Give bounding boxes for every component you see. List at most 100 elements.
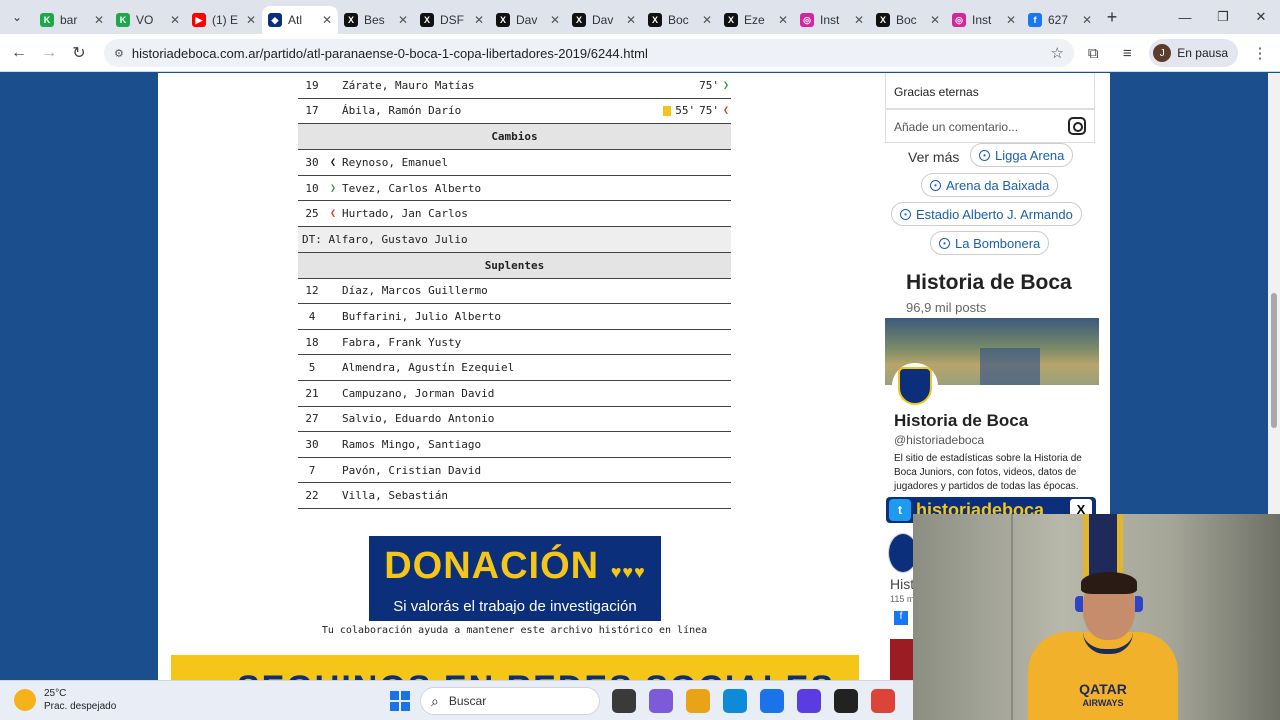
browser-tab[interactable]: ▶ (1) E ✕ (186, 6, 262, 34)
tab-favicon-icon: X (496, 13, 510, 27)
browser-tab[interactable]: X DSF ✕ (414, 6, 490, 34)
tab-label: Boc (896, 13, 917, 27)
player-row: 5 Almendra, Agustín Ezequiel (298, 355, 731, 381)
taskbar-app-icon[interactable] (723, 689, 747, 713)
browser-tab[interactable]: ◆ Atl ✕ (262, 6, 338, 34)
player-row: 17 Ábila, Ramón Darío 55' 75' ❮ (298, 99, 731, 125)
coach-row: DT: Alfaro, Gustavo Julio (298, 226, 731, 253)
search-icon: ⌕ (431, 692, 439, 709)
place-chip-ligga-arena[interactable]: • Ligga Arena (970, 143, 1074, 167)
taskbar-app-icon[interactable] (760, 689, 784, 713)
tab-label: VO (136, 13, 154, 27)
player-name: Ábila, Ramón Darío (342, 104, 462, 118)
donation-banner[interactable]: DONACIÓN ♥♥♥ Si valorás el trabajo de in… (369, 536, 661, 621)
taskbar-app-icon[interactable] (797, 689, 821, 713)
media-controls-icon[interactable]: ≡ (1115, 45, 1139, 62)
tab-search-chevron-icon[interactable]: ⌄ (0, 0, 34, 34)
tab-label: DSF (440, 13, 464, 27)
site-info-icon[interactable]: ⚙ (114, 47, 124, 60)
player-number: 12 (305, 284, 319, 298)
player-number: 10 (305, 181, 319, 195)
place-chip-arena-da-baixada[interactable]: • Arena da Baixada (921, 173, 1059, 197)
browser-tab[interactable]: ◎ Inst ✕ (794, 6, 870, 34)
avatar: J (1153, 44, 1172, 62)
taskbar-app-icon[interactable] (649, 689, 673, 713)
browser-tab[interactable]: X Dav ✕ (490, 6, 566, 34)
suplentes-header: Suplentes (298, 252, 731, 279)
browser-tab[interactable]: X Dav ✕ (566, 6, 642, 34)
profile-card-title: Historia de Boca (906, 271, 1072, 294)
browser-tab[interactable]: X Eze ✕ (718, 6, 794, 34)
ver-mas-label: Ver más (908, 149, 960, 165)
bookmark-star-icon[interactable]: ☆ (1051, 44, 1064, 62)
tab-label: bar (60, 13, 78, 27)
player-name: Tevez, Carlos Alberto (342, 181, 482, 195)
browser-tab[interactable]: ◎ Inst ✕ (946, 6, 1022, 34)
scrollbar-thumb[interactable] (1271, 293, 1277, 428)
taskbar-app-icon[interactable] (612, 689, 636, 713)
taskbar-search[interactable]: ⌕ Buscar (420, 687, 600, 715)
reload-icon[interactable]: ↻ (64, 43, 94, 63)
donation-caption: Tu colaboración ayuda a mantener este ar… (321, 625, 708, 636)
player-name: Hurtado, Jan Carlos (342, 207, 468, 221)
taskbar-app-icon[interactable] (834, 689, 858, 713)
close-window-icon[interactable]: ✕ (1242, 0, 1280, 34)
player-number: 7 (308, 463, 316, 477)
facebook-icon[interactable]: f (894, 611, 908, 625)
tab-close-icon[interactable]: ✕ (474, 13, 484, 27)
tab-favicon-icon: X (572, 13, 586, 27)
tab-close-icon[interactable]: ✕ (1082, 13, 1092, 27)
yellow-card-minute: 55' (675, 104, 696, 118)
profile-name[interactable]: Historia de Boca (894, 411, 1028, 431)
player-name: Almendra, Agustín Ezequiel (342, 361, 515, 375)
yellow-card-icon (663, 105, 672, 116)
profile-avatar[interactable] (892, 363, 938, 409)
more-menu-icon[interactable]: ⋮ (1248, 44, 1272, 62)
tab-close-icon[interactable]: ✕ (94, 13, 104, 27)
browser-tab[interactable]: X Boc ✕ (870, 6, 946, 34)
tab-close-icon[interactable]: ✕ (170, 13, 180, 27)
new-tab-button[interactable]: + (1098, 7, 1126, 28)
url-text: historiadeboca.com.ar/partido/atl-parana… (131, 45, 648, 61)
browser-tab[interactable]: X Boc ✕ (642, 6, 718, 34)
restore-icon[interactable]: ❐ (1204, 0, 1242, 34)
browser-tab[interactable]: Kbar ✕ (34, 6, 110, 34)
tab-label: Dav (592, 13, 614, 27)
tab-close-icon[interactable]: ✕ (398, 13, 408, 27)
minimize-icon[interactable]: — (1166, 0, 1204, 34)
place-chip-la-bombonera[interactable]: • La Bombonera (930, 231, 1050, 255)
tab-close-icon[interactable]: ✕ (1006, 13, 1016, 27)
tab-close-icon[interactable]: ✕ (246, 13, 256, 27)
tab-close-icon[interactable]: ✕ (930, 13, 940, 27)
social-banner: SEGUINOS EN REDES SOCIALES (171, 655, 859, 680)
instagram-icon[interactable] (1068, 117, 1086, 135)
browser-tab[interactable]: K VO ✕ (110, 6, 186, 34)
windows-start-icon[interactable] (390, 691, 410, 711)
taskbar-app-icon[interactable] (686, 689, 710, 713)
twitter-bird-icon: t (889, 499, 911, 521)
tab-close-icon[interactable]: ✕ (778, 13, 788, 27)
player-number: 18 (305, 335, 319, 349)
substitution-arrow-icon: ❮ (722, 105, 729, 117)
taskbar-app-icon[interactable] (871, 689, 895, 713)
tab-close-icon[interactable]: ✕ (626, 13, 636, 27)
weather-widget[interactable]: 25°C Prac. despejado (14, 687, 116, 713)
tab-favicon-icon: X (724, 13, 738, 27)
back-arrow-icon[interactable]: ← (4, 44, 34, 62)
mini-profile-count: 115 m (890, 594, 915, 604)
tab-close-icon[interactable]: ✕ (322, 13, 332, 27)
player-name: Buffarini, Julio Alberto (342, 309, 501, 323)
browser-tab[interactable]: f 627 ✕ (1022, 6, 1098, 34)
forward-arrow-icon[interactable]: → (34, 44, 64, 62)
browser-tab[interactable]: X Bes ✕ (338, 6, 414, 34)
weather-temp: 25°C (44, 688, 67, 699)
instagram-comment-field[interactable]: Añade un comentario... (885, 109, 1095, 143)
tab-close-icon[interactable]: ✕ (854, 13, 864, 27)
place-chip-estadio-armando[interactable]: • Estadio Alberto J. Armando (891, 202, 1082, 226)
tab-close-icon[interactable]: ✕ (702, 13, 712, 27)
profile-button[interactable]: J En pausa (1149, 39, 1238, 67)
extensions-icon[interactable]: ⧉ (1081, 45, 1105, 62)
profile-handle[interactable]: @historiadeboca (894, 433, 984, 447)
address-bar[interactable]: ⚙ historiadeboca.com.ar/partido/atl-para… (104, 39, 1074, 67)
tab-close-icon[interactable]: ✕ (550, 13, 560, 27)
